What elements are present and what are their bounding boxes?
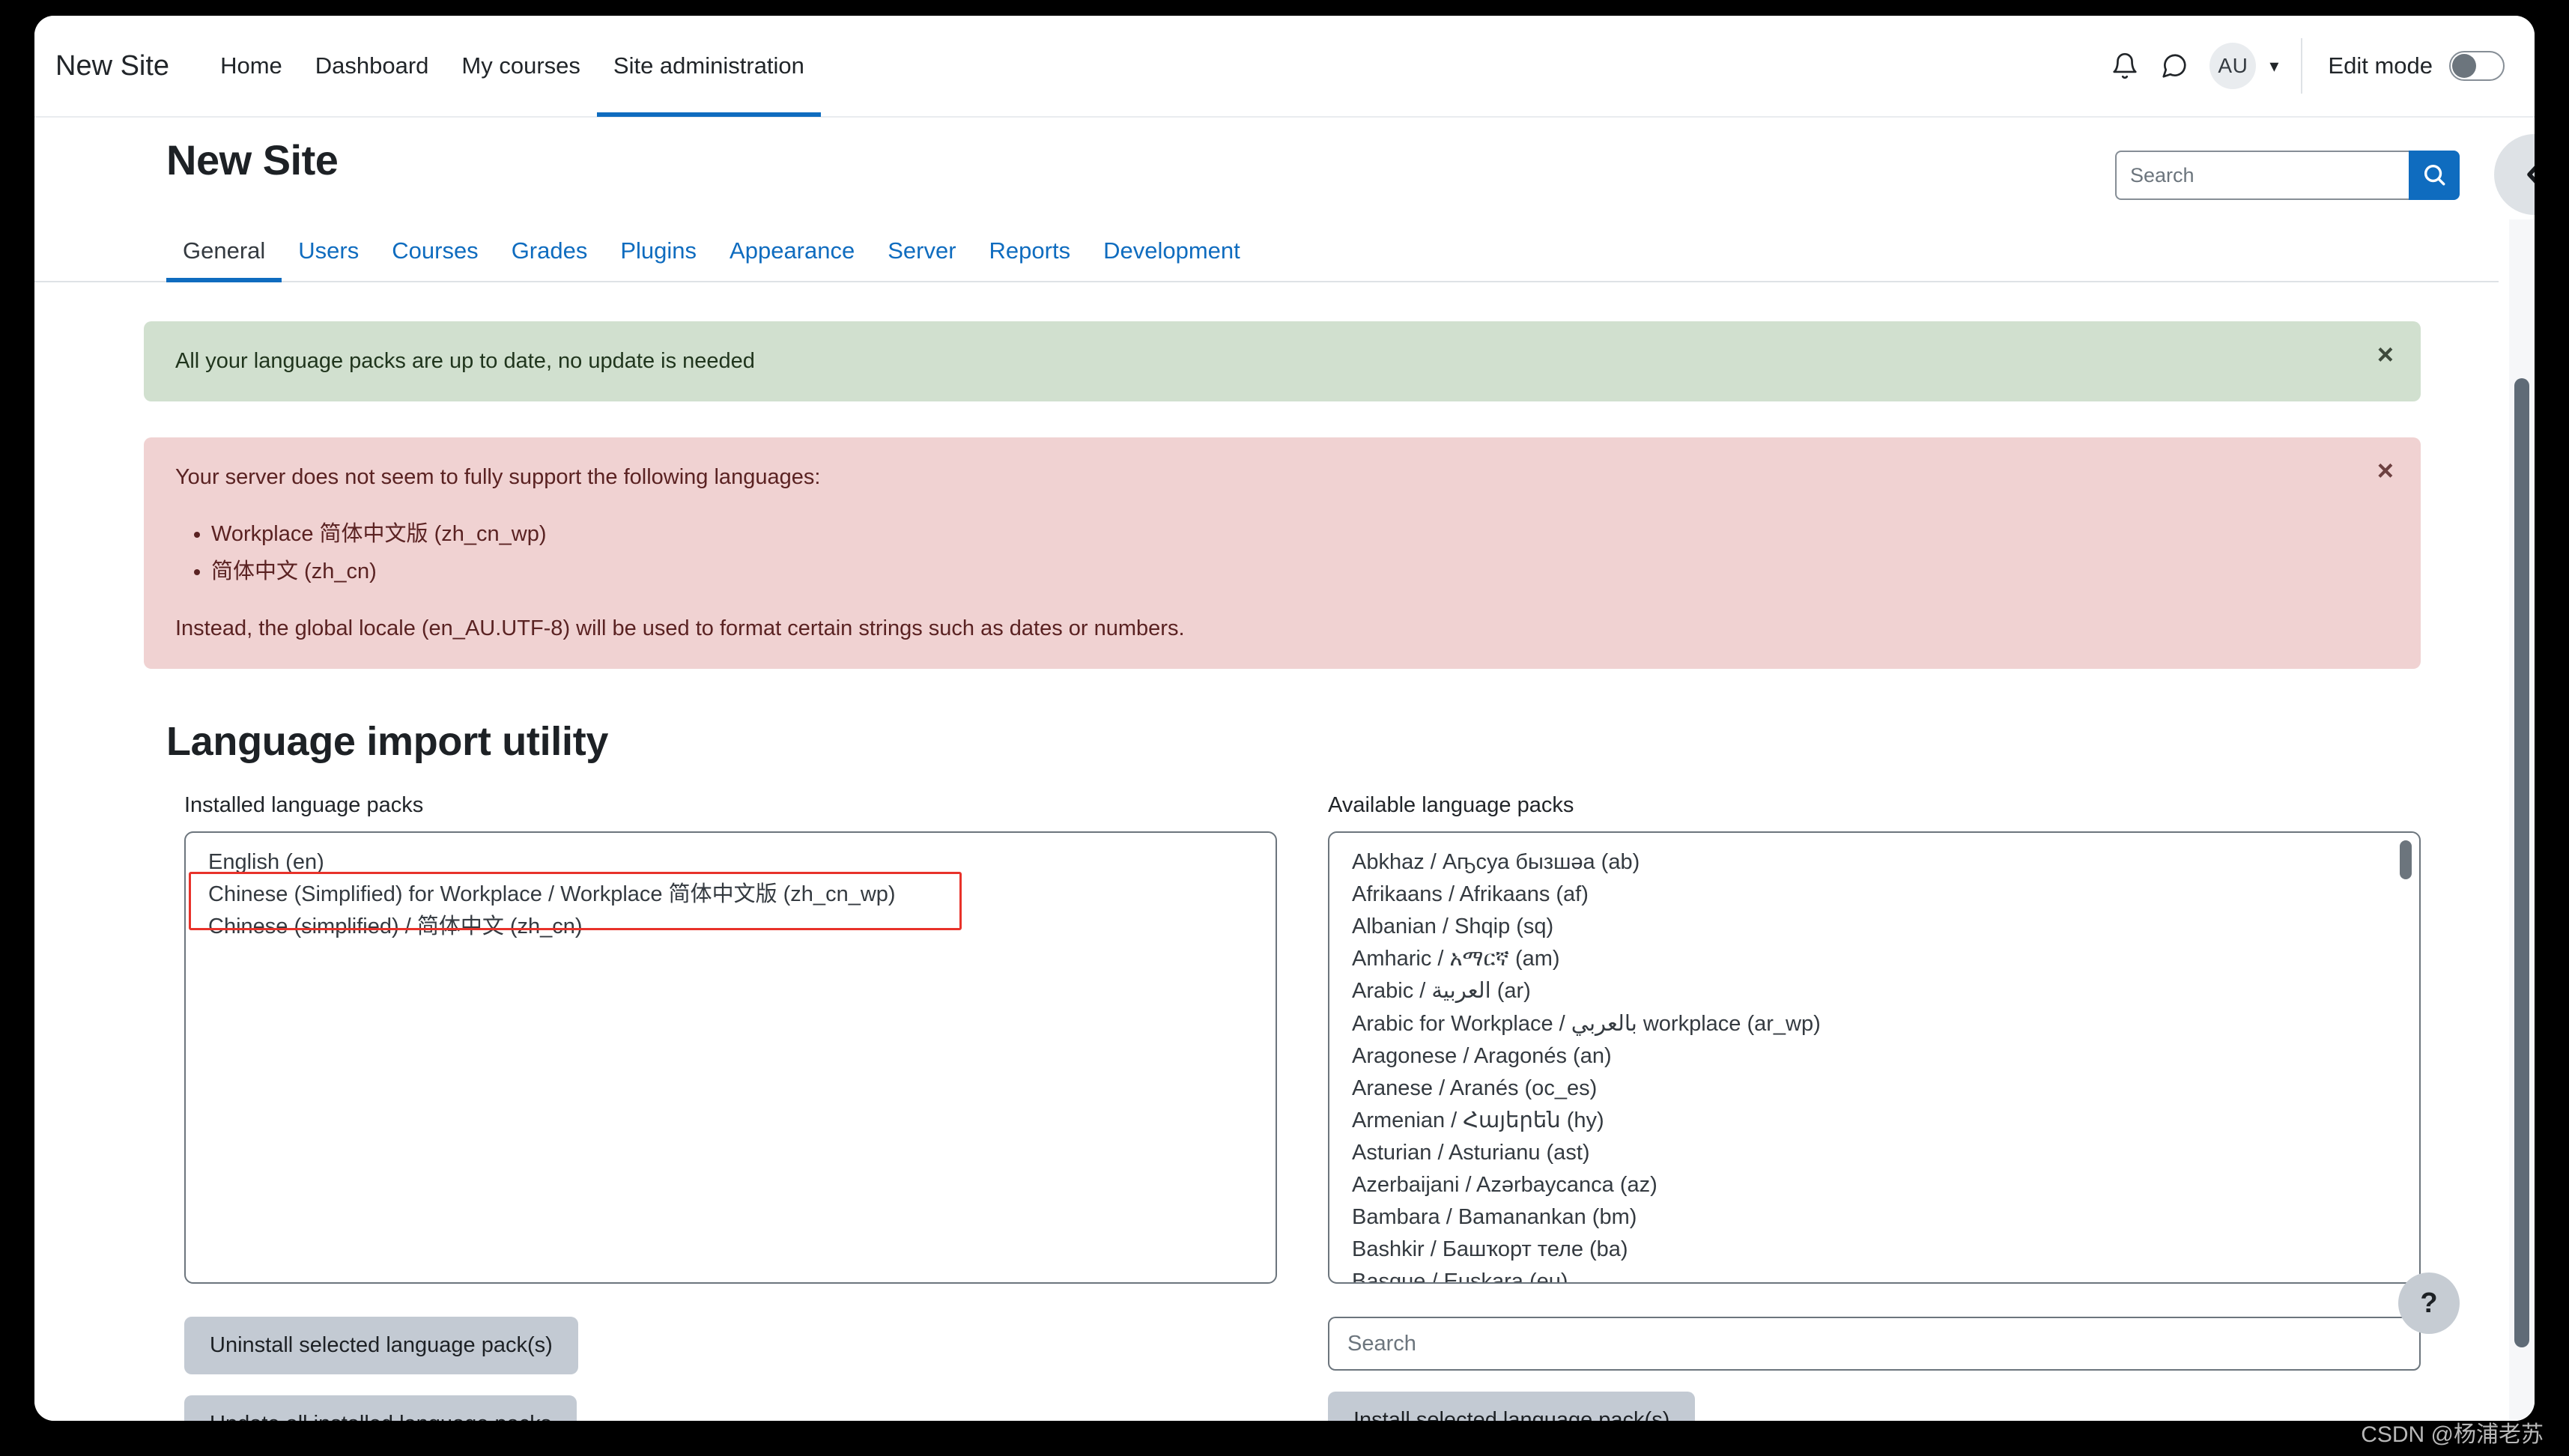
- site-search: [2115, 151, 2460, 200]
- nav-item-my-courses[interactable]: My courses: [445, 16, 596, 117]
- list-item[interactable]: Aranese / Aranés (oc_es): [1329, 1073, 2419, 1105]
- nav-item-home[interactable]: Home: [204, 16, 299, 117]
- list-item[interactable]: Albanian / Shqip (sq): [1329, 911, 2419, 943]
- install-language-pack-button[interactable]: Install selected language pack(s): [1328, 1392, 1695, 1421]
- edit-mode-label: Edit mode: [2328, 52, 2433, 79]
- tab-appearance[interactable]: Appearance: [713, 225, 871, 281]
- language-columns: Installed language packs English (en) Ch…: [34, 793, 2499, 1421]
- page-scrollbar-track[interactable]: [2509, 219, 2535, 1421]
- divider: [2301, 38, 2302, 94]
- search-input[interactable]: [2115, 151, 2409, 200]
- tab-general[interactable]: General: [166, 225, 282, 281]
- list-item[interactable]: Arabic / العربية (ar): [1329, 975, 2419, 1007]
- list-item[interactable]: Azerbaijani / Azərbaycanca (az): [1329, 1169, 2419, 1201]
- primary-nav: Home Dashboard My courses Site administr…: [204, 16, 821, 117]
- tab-development[interactable]: Development: [1087, 225, 1257, 281]
- list-item[interactable]: Bambara / Bamanankan (bm): [1329, 1201, 2419, 1234]
- tab-courses[interactable]: Courses: [375, 225, 494, 281]
- list-item[interactable]: Armenian / Հայերեն (hy): [1329, 1105, 2419, 1137]
- available-language-search-input[interactable]: [1328, 1317, 2421, 1371]
- available-column: Available language packs Abkhaz / Аҧсуа …: [1328, 793, 2421, 1421]
- list-item[interactable]: Chinese (Simplified) for Workplace / Wor…: [186, 879, 1276, 911]
- available-actions: Install selected language pack(s): [1328, 1392, 2421, 1421]
- list-item[interactable]: Basque / Euskara (eu): [1329, 1266, 2419, 1284]
- top-navigation-bar: New Site Home Dashboard My courses Site …: [34, 16, 2535, 118]
- close-icon[interactable]: ×: [2377, 341, 2394, 369]
- page-heading-row: New Site: [34, 136, 2499, 200]
- alert-danger: Your server does not seem to fully suppo…: [144, 437, 2421, 669]
- list-item[interactable]: Abkhaz / Аҧсуа бызшәа (ab): [1329, 846, 2419, 879]
- edit-mode-switch[interactable]: [2449, 51, 2505, 81]
- content-region: New Site General Users Courses: [34, 118, 2499, 1421]
- nav-item-dashboard[interactable]: Dashboard: [299, 16, 446, 117]
- unsupported-language-list: Workplace 简体中文版 (zh_cn_wp) 简体中文 (zh_cn): [211, 516, 2346, 590]
- tab-reports[interactable]: Reports: [973, 225, 1088, 281]
- user-menu[interactable]: AU ▾: [2209, 43, 2278, 89]
- list-item[interactable]: Amharic / አማርኛ (am): [1329, 943, 2419, 975]
- list-item: 简体中文 (zh_cn): [211, 553, 2346, 590]
- installed-label: Installed language packs: [184, 793, 1277, 818]
- alert-danger-intro: Your server does not seem to fully suppo…: [175, 463, 2346, 492]
- tab-grades[interactable]: Grades: [495, 225, 604, 281]
- alert-success-text: All your language packs are up to date, …: [175, 347, 2346, 376]
- listbox-scrollbar[interactable]: [2400, 840, 2412, 879]
- avatar: AU: [2209, 43, 2256, 89]
- installed-actions: Uninstall selected language pack(s): [184, 1317, 1277, 1374]
- installed-language-listbox[interactable]: English (en) Chinese (Simplified) for Wo…: [184, 831, 1277, 1284]
- browser-window: New Site Home Dashboard My courses Site …: [34, 16, 2535, 1421]
- page-title: New Site: [166, 136, 338, 184]
- tab-plugins[interactable]: Plugins: [604, 225, 713, 281]
- available-language-listbox[interactable]: Abkhaz / Аҧсуа бызшәа (ab) Afrikaans / A…: [1328, 831, 2421, 1284]
- edit-mode-switch-knob: [2452, 54, 2476, 78]
- secondary-nav: General Users Courses Grades Plugins App…: [34, 225, 2499, 282]
- chevron-down-icon: ▾: [2269, 55, 2278, 77]
- search-icon: [2421, 162, 2447, 189]
- available-label: Available language packs: [1328, 793, 2421, 818]
- watermark: CSDN @杨浦老苏: [2361, 1416, 2544, 1449]
- alert-success: All your language packs are up to date, …: [144, 321, 2421, 401]
- update-all-language-packs-button[interactable]: Update all installed language packs: [184, 1395, 577, 1421]
- top-nav-right-group: AU ▾ Edit mode: [2100, 16, 2505, 117]
- list-item[interactable]: Arabic for Workplace / بالعربي workplace…: [1329, 1008, 2419, 1040]
- edit-mode-toggle[interactable]: Edit mode: [2328, 51, 2505, 81]
- tab-users[interactable]: Users: [282, 225, 375, 281]
- list-item[interactable]: English (en): [186, 846, 1276, 879]
- help-button[interactable]: ?: [2398, 1273, 2460, 1334]
- list-item[interactable]: Aragonese / Aragonés (an): [1329, 1040, 2419, 1073]
- uninstall-language-pack-button[interactable]: Uninstall selected language pack(s): [184, 1317, 578, 1374]
- list-item[interactable]: Afrikaans / Afrikaans (af): [1329, 879, 2419, 911]
- search-submit-button[interactable]: [2409, 151, 2460, 200]
- alert-danger-outro: Instead, the global locale (en_AU.UTF-8)…: [175, 614, 2346, 643]
- list-item[interactable]: Asturian / Asturianu (ast): [1329, 1137, 2419, 1169]
- nav-item-site-administration[interactable]: Site administration: [597, 16, 821, 117]
- speech-bubble-icon[interactable]: [2150, 41, 2199, 91]
- site-brand[interactable]: New Site: [55, 50, 169, 82]
- list-item[interactable]: Chinese (simplified) / 简体中文 (zh_cn): [186, 911, 1276, 943]
- page-scrollbar-thumb[interactable]: [2514, 378, 2529, 1347]
- section-heading: Language import utility: [166, 718, 2499, 765]
- installed-column: Installed language packs English (en) Ch…: [184, 793, 1277, 1421]
- list-item: Workplace 简体中文版 (zh_cn_wp): [211, 516, 2346, 553]
- close-icon[interactable]: ×: [2377, 457, 2394, 485]
- bell-icon[interactable]: [2100, 41, 2150, 91]
- tab-server[interactable]: Server: [871, 225, 972, 281]
- list-item[interactable]: Bashkir / Башҡорт теле (ba): [1329, 1234, 2419, 1266]
- installed-actions-2: Update all installed language packs: [184, 1395, 1277, 1421]
- page-body: New Site General Users Courses: [34, 118, 2535, 1421]
